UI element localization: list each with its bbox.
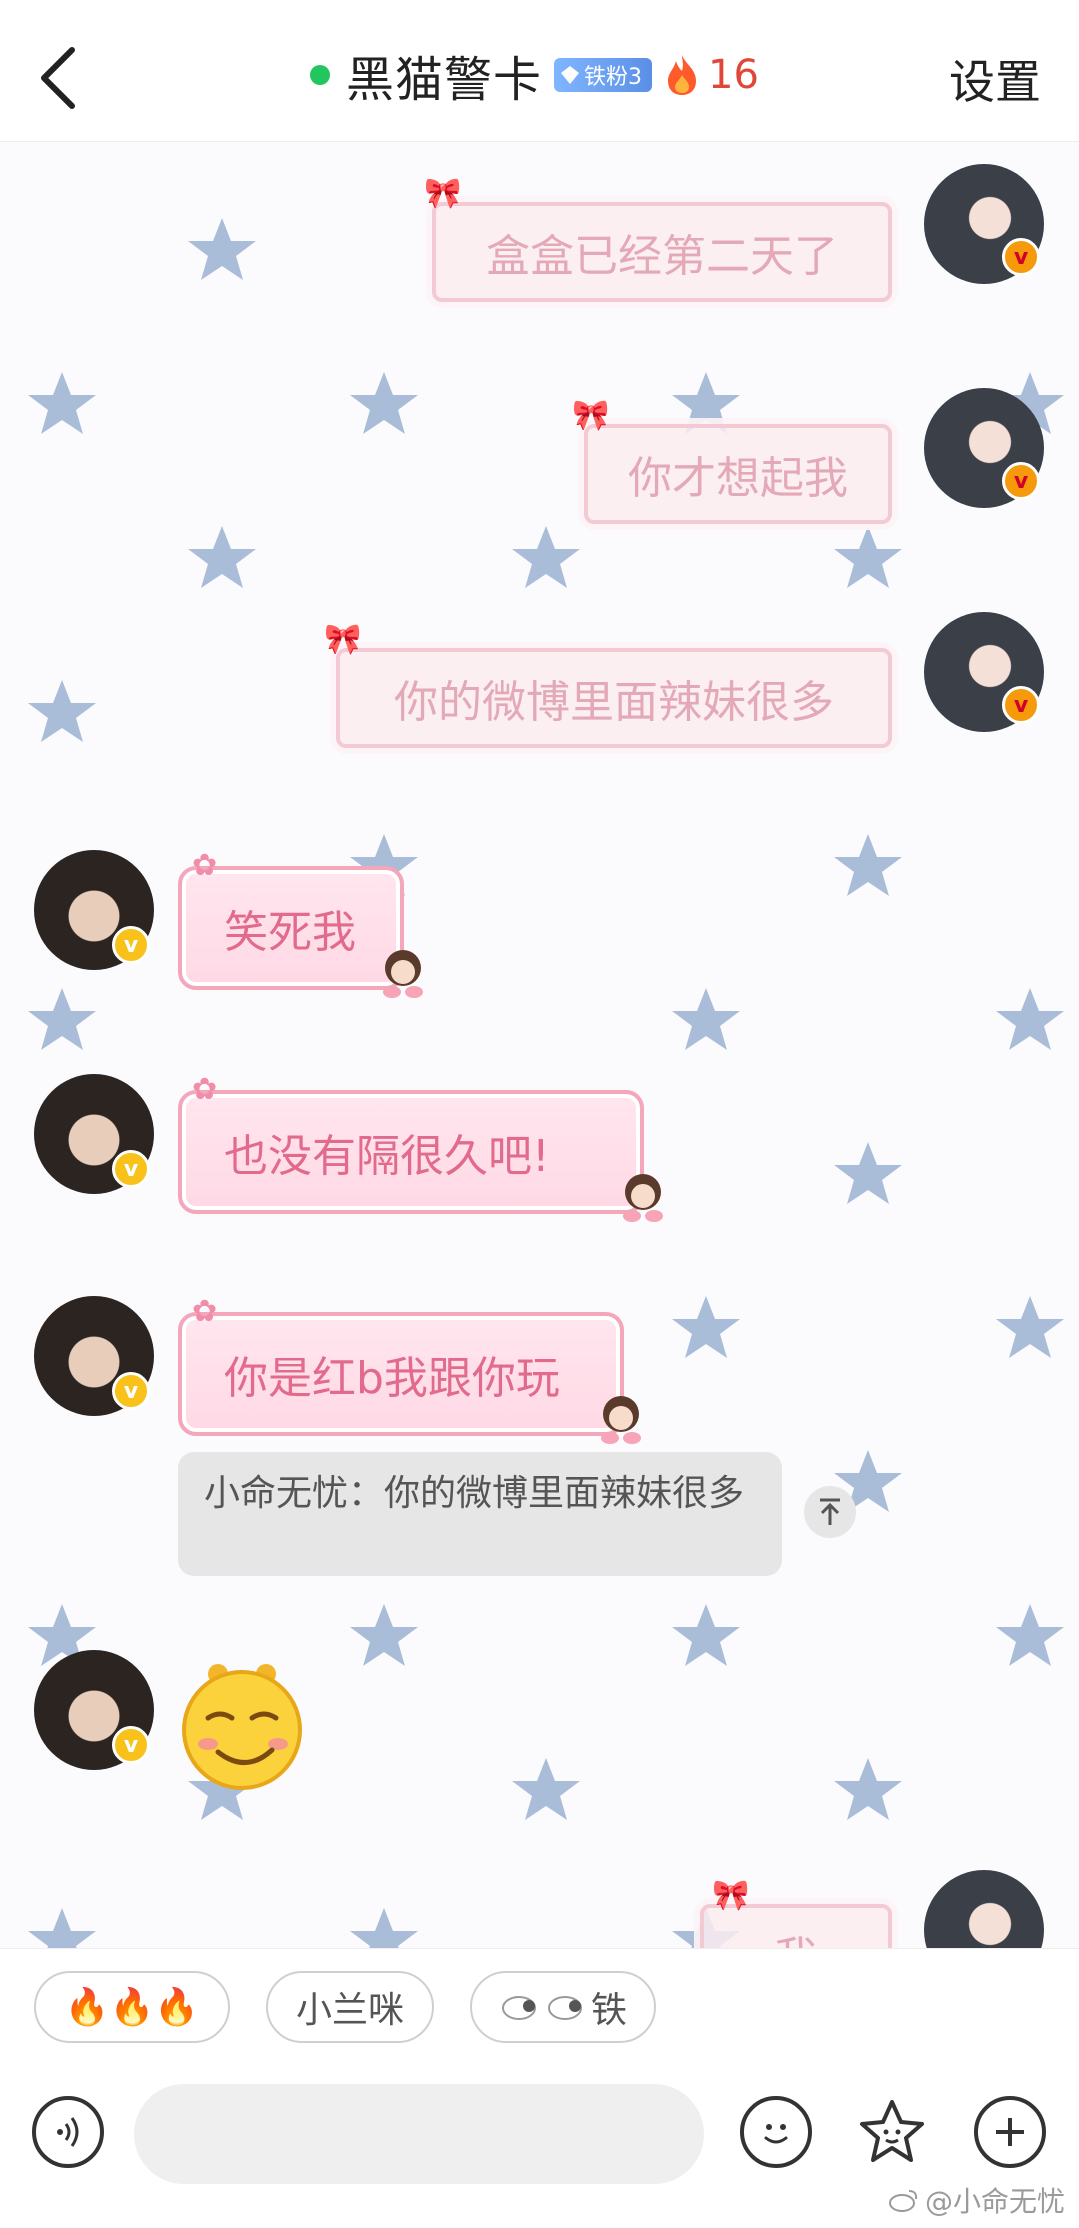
smiley-icon	[764, 2124, 788, 2144]
voice-button[interactable]	[32, 2096, 104, 2168]
verified-badge-icon: v	[1002, 462, 1040, 500]
plus-icon	[996, 2118, 1024, 2146]
quoted-message[interactable]: 小命无忧：你的微博里面辣妹很多	[178, 1452, 782, 1576]
verified-badge-icon: v	[112, 926, 150, 964]
weibo-logo-icon	[888, 2190, 918, 2212]
message-bubble-outgoing[interactable]: 盒盒已经第二天了	[432, 202, 892, 302]
flower-decoration-icon: ✿	[192, 1072, 218, 1107]
streak-count: 16	[708, 52, 759, 98]
sticker-button[interactable]	[856, 2096, 928, 2168]
chibi-sticker-icon	[623, 1174, 663, 1222]
arrow-up-icon	[820, 1498, 840, 1525]
chat-title: 黑猫警卡	[346, 52, 543, 108]
chibi-sticker-icon	[383, 950, 423, 998]
watermark: @小命无忧	[888, 2180, 1065, 2220]
sheep-icon	[501, 1996, 536, 2020]
fire-icon	[668, 55, 697, 95]
chip-label: 🔥🔥🔥	[64, 1987, 200, 2028]
chevron-left-icon	[41, 47, 75, 109]
message-bubble-incoming[interactable]: 笑死我	[178, 866, 404, 990]
quick-reply-fire[interactable]: 🔥🔥🔥	[34, 1971, 230, 2043]
message-bubble-outgoing[interactable]: 你的微博里面辣妹很多	[336, 648, 892, 748]
fan-level-label: 铁粉3	[584, 65, 643, 90]
message-text: 我	[774, 1922, 818, 1948]
voice-icon	[57, 2117, 79, 2147]
bow-decoration-icon: 🎀	[572, 398, 610, 433]
chat-header: 黑猫警卡 铁粉3 16 设置	[0, 0, 1079, 142]
chip-label: 铁	[590, 1990, 627, 2031]
message-text: 也没有隔很久吧!	[224, 1131, 550, 1182]
chip-label: 小兰咪	[295, 1990, 404, 2031]
smirk-emoji-icon[interactable]	[174, 1656, 310, 1792]
verified-badge-icon: v	[112, 1372, 150, 1410]
diamond-icon	[561, 66, 580, 84]
jump-to-quote-button[interactable]	[804, 1486, 856, 1538]
title-group: 黑猫警卡 铁粉3 16	[310, 40, 759, 110]
message-bubble-outgoing[interactable]: 你才想起我	[584, 424, 892, 524]
watermark-text: @小命无忧	[924, 2185, 1065, 2218]
quick-reply-bar: 🔥🔥🔥 小兰咪 铁	[0, 1948, 1079, 2066]
star-wallpaper	[28, 218, 1064, 1948]
star-face-icon	[860, 2100, 924, 2162]
quick-reply-tie[interactable]: 铁	[470, 1971, 656, 2043]
flower-decoration-icon: ✿	[192, 848, 218, 883]
message-text: 你的微博里面辣妹很多	[394, 677, 834, 728]
bow-decoration-icon: 🎀	[424, 176, 462, 211]
message-input[interactable]	[134, 2084, 704, 2184]
settings-button[interactable]: 设置	[949, 46, 1041, 112]
verified-badge-icon: v	[1002, 686, 1040, 724]
message-bubble-incoming[interactable]: 也没有隔很久吧!	[178, 1090, 644, 1214]
chat-message-list[interactable]: v 盒盒已经第二天了 🎀 v 你才想起我 🎀 v 你的微博里面辣妹很多 🎀 v …	[0, 142, 1079, 1948]
verified-badge-icon: v	[112, 1726, 150, 1764]
verified-badge-icon: v	[112, 1150, 150, 1188]
message-text: 盒盒已经第二天了	[486, 231, 838, 282]
message-text: 你才想起我	[628, 453, 848, 504]
verified-badge-icon: v	[1002, 238, 1040, 276]
sheep-icon	[547, 1996, 582, 2020]
bow-decoration-icon: 🎀	[712, 1878, 750, 1913]
message-text: 笑死我	[224, 907, 356, 958]
message-bubble-incoming[interactable]: 你是红b我跟你玩	[178, 1312, 624, 1436]
message-input-bar: @小命无忧	[0, 2066, 1079, 2228]
message-text: 你是红b我跟你玩	[224, 1353, 560, 1404]
streak-counter: 16	[664, 52, 759, 98]
flower-decoration-icon: ✿	[192, 1294, 218, 1329]
back-button[interactable]	[28, 38, 88, 118]
online-status-dot	[310, 65, 330, 85]
fan-level-badge: 铁粉3	[554, 58, 653, 92]
emoji-button[interactable]	[740, 2096, 812, 2168]
quick-reply-xiaolan[interactable]: 小兰咪	[266, 1971, 434, 2043]
more-button[interactable]	[974, 2096, 1046, 2168]
bow-decoration-icon: 🎀	[324, 622, 362, 657]
chibi-sticker-icon	[601, 1396, 641, 1444]
